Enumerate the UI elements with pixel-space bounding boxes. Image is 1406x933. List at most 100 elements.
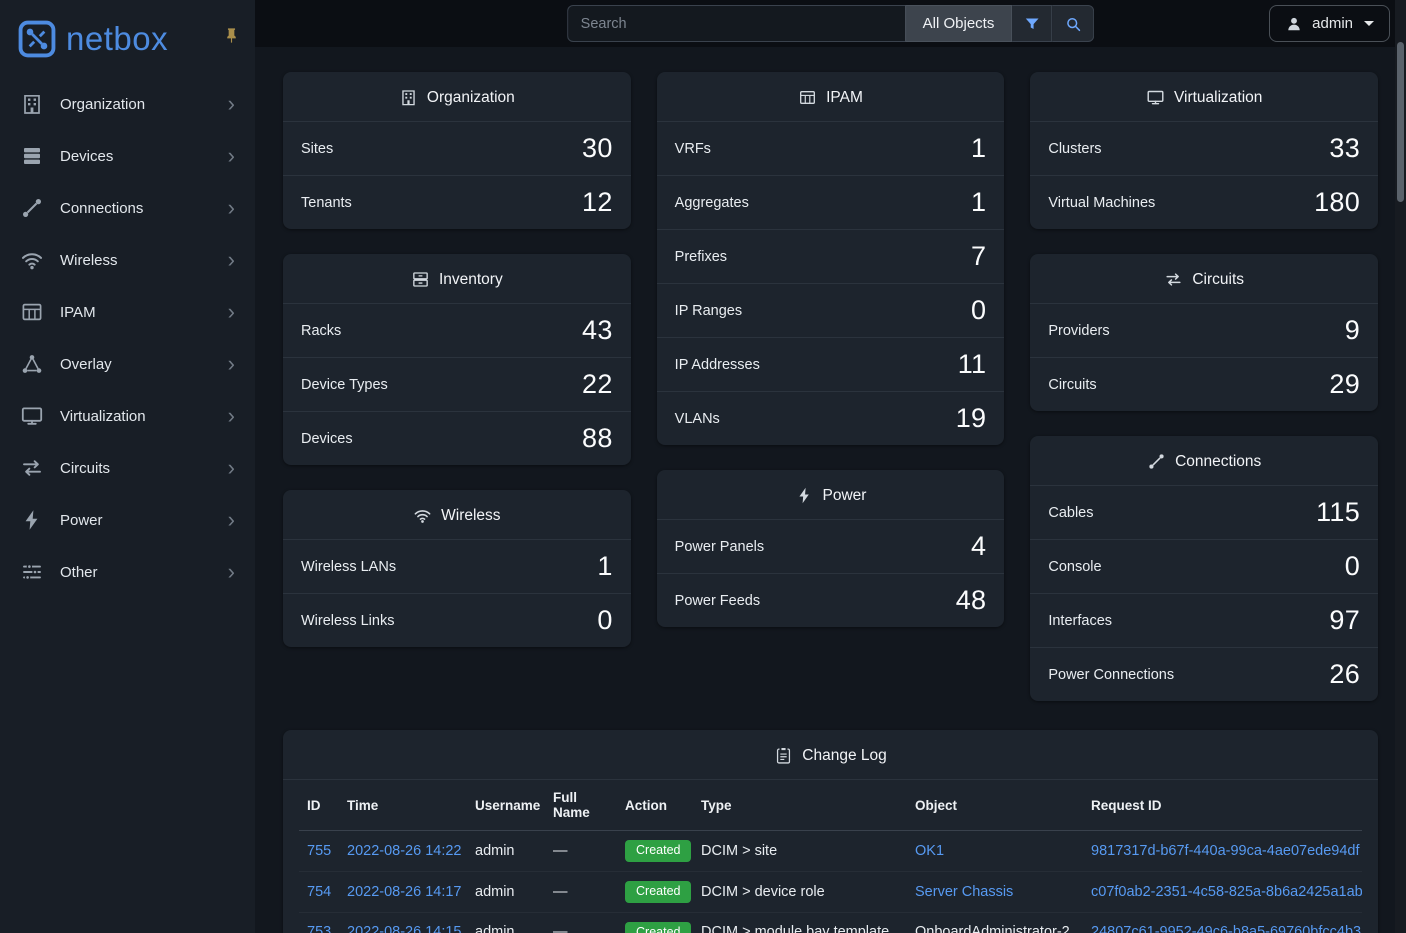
scrollbar-thumb[interactable] <box>1397 42 1404 202</box>
changelog-time-link[interactable]: 2022-08-26 14:22 <box>347 843 462 859</box>
sidebar-item-ipam[interactable]: IPAM› <box>0 286 255 338</box>
pin-sidebar-icon[interactable] <box>223 27 240 44</box>
changelog-col-username[interactable]: Username <box>467 780 545 831</box>
stat-value: 12 <box>582 187 613 218</box>
stat-console[interactable]: Console 0 <box>1030 539 1378 593</box>
changelog-card: Change Log IDTimeUsernameFull NameAction… <box>283 730 1378 933</box>
stat-value: 43 <box>582 315 613 346</box>
changelog-header-row: IDTimeUsernameFull NameActionTypeObjectR… <box>299 780 1362 831</box>
stat-value: 4 <box>971 531 986 562</box>
changelog-col-type[interactable]: Type <box>693 780 907 831</box>
changelog-col-full-name[interactable]: Full Name <box>545 780 617 831</box>
power-icon <box>20 508 44 532</box>
stat-vrfs[interactable]: VRFs1 <box>657 121 1005 175</box>
action-badge: Created <box>625 881 691 903</box>
chevron-right-icon: › <box>228 509 235 531</box>
changelog-col-action[interactable]: Action <box>617 780 693 831</box>
brand[interactable]: netbox <box>0 0 255 78</box>
stat-cables[interactable]: Cables115 <box>1030 485 1378 539</box>
virtualization-icon <box>20 404 44 428</box>
changelog-time-link[interactable]: 2022-08-26 14:17 <box>347 884 462 900</box>
stat-providers[interactable]: Providers9 <box>1030 303 1378 357</box>
stat-interfaces[interactable]: Interfaces97 <box>1030 593 1378 647</box>
stat-circuits[interactable]: Circuits 29 <box>1030 357 1378 411</box>
card-header-connections: Connections <box>1030 436 1378 485</box>
card-organization: OrganizationSites30Tenants12 <box>283 72 631 229</box>
stat-value: 29 <box>1329 369 1360 400</box>
stat-aggregates[interactable]: Aggregates1 <box>657 175 1005 229</box>
changelog-time-link[interactable]: 2022-08-26 14:15 <box>347 924 462 933</box>
sidebar-item-devices[interactable]: Devices› <box>0 130 255 182</box>
changelog-col-request-id[interactable]: Request ID <box>1083 780 1362 831</box>
sidebar-item-other[interactable]: Other› <box>0 546 255 598</box>
stat-value: 1 <box>971 187 986 218</box>
filter-icon <box>1023 15 1041 33</box>
dashboard-column-3: VirtualizationClusters33Virtual Machines… <box>1030 72 1378 701</box>
stat-label: Circuits <box>1048 377 1096 393</box>
card-title: Virtualization <box>1174 89 1262 107</box>
changelog-id-link[interactable]: 754 <box>307 884 331 900</box>
action-badge: Created <box>625 840 691 862</box>
chevron-right-icon: › <box>228 353 235 375</box>
changelog-id-link[interactable]: 753 <box>307 924 331 933</box>
stat-label: Tenants <box>301 195 352 211</box>
sidebar-item-overlay[interactable]: Overlay› <box>0 338 255 390</box>
stat-device-types[interactable]: Device Types22 <box>283 357 631 411</box>
changelog-object-link[interactable]: Server Chassis <box>915 884 1013 900</box>
changelog-object-link[interactable]: OK1 <box>915 843 944 859</box>
object-type-dropdown[interactable]: All Objects <box>905 5 1013 42</box>
stat-label: Clusters <box>1048 141 1101 157</box>
power-icon <box>795 486 814 505</box>
changelog-request-id-link[interactable]: 9817317d-b67f-440a-99ca-4ae07ede94df <box>1091 843 1359 859</box>
chevron-right-icon: › <box>228 301 235 323</box>
user-menu-button[interactable]: admin <box>1269 5 1390 42</box>
other-icon <box>20 560 44 584</box>
stat-label: Providers <box>1048 323 1109 339</box>
stat-power-connections[interactable]: Power Connections26 <box>1030 647 1378 701</box>
stat-clusters[interactable]: Clusters33 <box>1030 121 1378 175</box>
sidebar-item-circuits[interactable]: Circuits› <box>0 442 255 494</box>
sidebar-item-label: Devices <box>60 148 212 165</box>
card-title: Inventory <box>439 271 503 289</box>
changelog-request-id-link[interactable]: 24807c61-9952-49c6-b8a5-69760bfcc4b3 <box>1091 924 1361 933</box>
stat-power-panels[interactable]: Power Panels4 <box>657 519 1005 573</box>
stat-power-feeds[interactable]: Power Feeds48 <box>657 573 1005 627</box>
app-window: netbox Organization›Devices›Connections›… <box>0 0 1406 933</box>
stat-label: IP Addresses <box>675 357 760 373</box>
stat-label: Virtual Machines <box>1048 195 1155 211</box>
filter-button[interactable] <box>1012 5 1052 42</box>
search-input[interactable] <box>567 5 905 42</box>
stat-virtual-machines[interactable]: Virtual Machines180 <box>1030 175 1378 229</box>
stat-value: 0 <box>1345 551 1360 582</box>
stat-prefixes[interactable]: Prefixes 7 <box>657 229 1005 283</box>
sidebar-item-wireless[interactable]: Wireless› <box>0 234 255 286</box>
stat-wireless-links[interactable]: Wireless Links0 <box>283 593 631 647</box>
stat-wireless-lans[interactable]: Wireless LANs1 <box>283 539 631 593</box>
sidebar-item-power[interactable]: Power› <box>0 494 255 546</box>
vertical-scrollbar[interactable] <box>1395 0 1406 933</box>
stat-value: 7 <box>971 241 986 272</box>
stat-ip-addresses[interactable]: IP Addresses11 <box>657 337 1005 391</box>
stat-label: Console <box>1048 559 1101 575</box>
stat-racks[interactable]: Racks43 <box>283 303 631 357</box>
changelog-col-id[interactable]: ID <box>299 780 339 831</box>
stat-ip-ranges[interactable]: IP Ranges0 <box>657 283 1005 337</box>
stat-vlans[interactable]: VLANs19 <box>657 391 1005 445</box>
search-submit-button[interactable] <box>1052 5 1094 42</box>
stat-label: Prefixes <box>675 249 727 265</box>
changelog-request-id-link[interactable]: c07f0ab2-2351-4c58-825a-8b6a2425a1ab <box>1091 884 1362 900</box>
connections-icon <box>1147 452 1166 471</box>
changelog-id-link[interactable]: 755 <box>307 843 331 859</box>
stat-sites[interactable]: Sites30 <box>283 121 631 175</box>
sidebar-item-organization[interactable]: Organization› <box>0 78 255 130</box>
changelog-col-object[interactable]: Object <box>907 780 1083 831</box>
stat-devices[interactable]: Devices88 <box>283 411 631 465</box>
topbar: All Objects admin <box>255 0 1406 47</box>
changelog-col-time[interactable]: Time <box>339 780 467 831</box>
sidebar-item-virtualization[interactable]: Virtualization› <box>0 390 255 442</box>
card-wireless: WirelessWireless LANs1Wireless Links0 <box>283 490 631 647</box>
devices-icon <box>20 144 44 168</box>
stat-tenants[interactable]: Tenants 12 <box>283 175 631 229</box>
stat-value: 1 <box>971 133 986 164</box>
sidebar-item-connections[interactable]: Connections› <box>0 182 255 234</box>
